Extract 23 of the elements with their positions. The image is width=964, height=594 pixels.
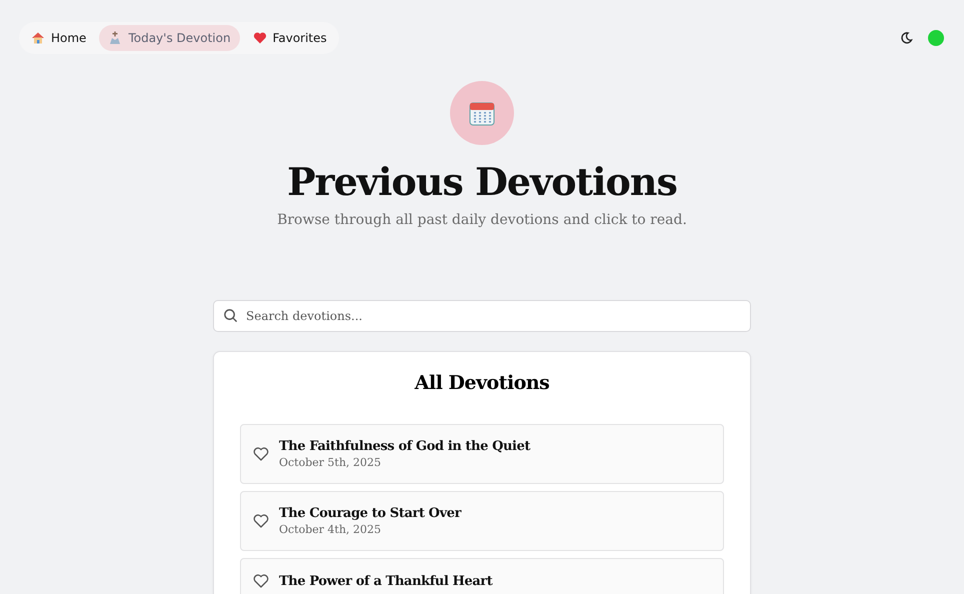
heart-icon[interactable] [253, 513, 269, 529]
heart-icon [252, 31, 267, 45]
devotion-date: October 5th, 2025 [279, 456, 382, 469]
nav-tab[interactable]: Home [22, 25, 96, 51]
status-dot [928, 30, 944, 46]
house-icon [31, 31, 45, 45]
nav-tab[interactable]: Favorites [244, 25, 336, 51]
devotion-item[interactable]: The Power of a Thankful Heart [240, 558, 724, 594]
page-title: Previous Devotions [287, 159, 677, 204]
heart-icon[interactable] [253, 446, 269, 462]
moon-icon[interactable] [899, 31, 913, 45]
search-field[interactable]: Search devotions... [213, 300, 751, 332]
devotion-date: October 4th, 2025 [279, 523, 382, 536]
devotion-item[interactable]: The Courage to Start Over October 4th, 2025 [240, 491, 724, 551]
page-subtitle: Browse through all past daily devotions and click to read. [277, 212, 687, 228]
search-icon [223, 308, 238, 323]
nav-tab[interactable]: Today's Devotion [99, 25, 240, 51]
card-title: All Devotions [414, 372, 550, 394]
devotion-title: The Courage to Start Over [279, 506, 461, 521]
devotion-item[interactable]: The Faithfulness of God in the Quiet October 5th, 2025 [240, 424, 724, 484]
heart-icon[interactable] [253, 573, 269, 589]
devotion-title: The Power of a Thankful Heart [279, 574, 492, 588]
devotion-title: The Faithfulness of God in the Quiet [279, 439, 530, 454]
